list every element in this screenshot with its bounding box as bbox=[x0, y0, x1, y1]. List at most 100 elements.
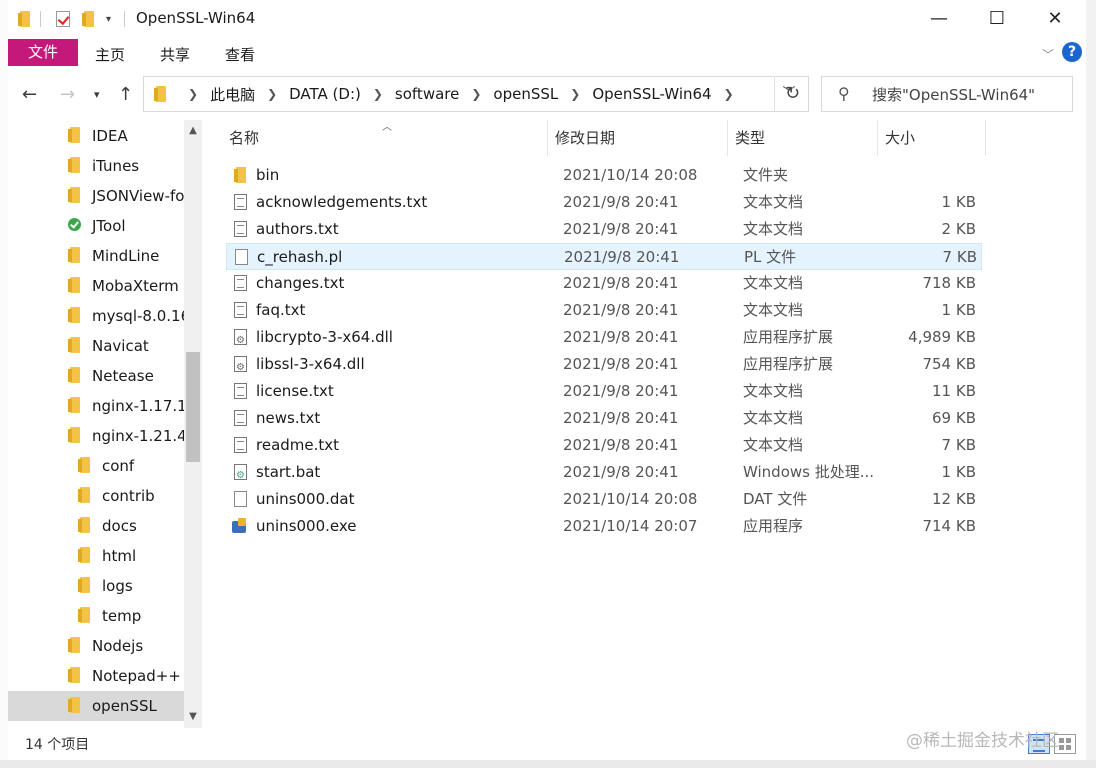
file-date: 2021/9/8 20:41 bbox=[563, 220, 679, 238]
nav-tree-item[interactable]: MindLine bbox=[8, 241, 184, 271]
column-divider[interactable] bbox=[877, 120, 878, 156]
column-divider[interactable] bbox=[547, 120, 548, 156]
minimize-button[interactable]: — bbox=[916, 0, 962, 38]
column-header-size[interactable]: 大小 bbox=[885, 120, 915, 156]
tab-home[interactable]: 主页 bbox=[95, 44, 125, 65]
file-type: PL 文件 bbox=[744, 248, 797, 266]
tab-share[interactable]: 共享 bbox=[160, 44, 190, 65]
file-row[interactable]: unins000.exe 2021/10/14 20:07 应用程序 714 KB bbox=[226, 513, 982, 540]
scroll-up-icon[interactable]: ▲ bbox=[184, 122, 202, 140]
help-icon[interactable]: ? bbox=[1062, 42, 1082, 62]
file-row[interactable]: readme.txt 2021/9/8 20:41 文本文档 7 KB bbox=[226, 432, 982, 459]
folder-icon bbox=[68, 636, 82, 653]
file-name: readme.txt bbox=[256, 436, 340, 454]
breadcrumb-separator-icon[interactable]: ❯ bbox=[267, 87, 277, 101]
breadcrumb-separator-icon[interactable]: ❯ bbox=[570, 87, 580, 101]
file-name: unins000.dat bbox=[256, 490, 355, 508]
breadcrumb-this-pc[interactable]: 此电脑 bbox=[210, 84, 255, 105]
maximize-button[interactable]: ☐ bbox=[974, 0, 1020, 38]
forward-arrow-icon[interactable]: → bbox=[60, 84, 75, 105]
nav-tree-item[interactable]: nginx-1.21.4 bbox=[8, 421, 184, 451]
nav-tree-item[interactable]: IDEA bbox=[8, 121, 184, 151]
breadcrumb-openssl[interactable]: openSSL bbox=[493, 85, 558, 103]
breadcrumb-separator-icon[interactable]: ❯ bbox=[188, 87, 198, 101]
up-arrow-icon[interactable]: ↑ bbox=[118, 84, 133, 105]
expand-ribbon-chevron-icon[interactable]: ﹀ bbox=[1042, 46, 1054, 63]
nav-tree-item[interactable]: JSONView-fo bbox=[8, 181, 184, 211]
file-row[interactable]: authors.txt 2021/9/8 20:41 文本文档 2 KB bbox=[226, 216, 982, 243]
file-size: 4,989 KB bbox=[908, 328, 976, 346]
scroll-down-icon[interactable]: ▼ bbox=[184, 708, 202, 726]
file-row[interactable]: license.txt 2021/9/8 20:41 文本文档 11 KB bbox=[226, 378, 982, 405]
nav-tree-item[interactable]: iTunes bbox=[8, 151, 184, 181]
nav-tree-item[interactable]: contrib bbox=[8, 481, 184, 511]
navigation-pane-scrollbar[interactable]: ▲ ▼ bbox=[184, 120, 202, 728]
search-input[interactable] bbox=[870, 83, 1070, 107]
nav-tree-item-label: contrib bbox=[102, 487, 155, 505]
new-folder-icon[interactable] bbox=[82, 10, 96, 28]
file-date: 2021/9/8 20:41 bbox=[563, 193, 679, 211]
nav-tree-item[interactable]: nginx-1.17.1 bbox=[8, 391, 184, 421]
item-count: 14 个项目 bbox=[25, 737, 90, 753]
address-folder-icon bbox=[154, 86, 168, 102]
tab-view[interactable]: 查看 bbox=[225, 44, 255, 65]
file-row[interactable]: start.bat 2021/9/8 20:41 Windows 批处理... 1 K… bbox=[226, 459, 982, 489]
column-header-type[interactable]: 类型 bbox=[735, 120, 765, 156]
file-type: 文本文档 bbox=[743, 274, 804, 292]
address-bar[interactable]: ❯ 此电脑 ❯ DATA (D:) ❯ software ❯ openSSL ❯… bbox=[143, 76, 809, 112]
nav-tree-item[interactable]: openSSL bbox=[8, 691, 184, 721]
file-name: acknowledgements.txt bbox=[256, 193, 428, 211]
file-size: 7 KB bbox=[941, 436, 976, 454]
search-box[interactable]: ⚲ bbox=[821, 76, 1073, 112]
customize-toolbar-icon[interactable]: ▾ bbox=[106, 10, 111, 28]
scrollbar-thumb[interactable] bbox=[186, 352, 200, 462]
nav-tree-item[interactable]: Navicat bbox=[8, 331, 184, 361]
breadcrumb-separator-icon[interactable]: ❯ bbox=[373, 87, 383, 101]
file-row[interactable]: faq.txt 2021/9/8 20:41 文本文档 1 KB bbox=[226, 297, 982, 324]
file-name: authors.txt bbox=[256, 220, 339, 238]
nav-tree-item[interactable]: docs bbox=[8, 511, 184, 541]
nav-tree-item-label: docs bbox=[102, 517, 137, 535]
file-name: news.txt bbox=[256, 409, 321, 427]
file-row[interactable]: news.txt 2021/9/8 20:41 文本文档 69 KB bbox=[226, 405, 982, 432]
file-row[interactable]: bin 2021/10/14 20:08 文件夹 bbox=[226, 162, 982, 189]
file-row[interactable]: changes.txt 2021/9/8 20:41 文本文档 718 KB bbox=[226, 270, 982, 297]
nav-tree-item-label: nginx-1.21.4 bbox=[92, 427, 184, 445]
file-row[interactable]: c_rehash.pl 2021/9/8 20:41 PL 文件 7 KB bbox=[226, 243, 982, 270]
column-header-name[interactable]: 名称 bbox=[229, 120, 259, 156]
file-size: 69 KB bbox=[932, 409, 976, 427]
nav-tree-item[interactable]: Netease bbox=[8, 361, 184, 391]
text-file-icon bbox=[234, 302, 247, 318]
tab-file[interactable]: 文件 bbox=[8, 39, 78, 66]
folder-icon bbox=[78, 456, 92, 473]
column-header-date[interactable]: 修改日期 bbox=[555, 120, 615, 156]
breadcrumb-software[interactable]: software bbox=[395, 85, 459, 103]
nav-tree-item[interactable]: Nodejs bbox=[8, 631, 184, 661]
column-divider[interactable] bbox=[727, 120, 728, 156]
refresh-icon[interactable]: ↻ bbox=[774, 76, 810, 112]
nav-tree-item[interactable]: logs bbox=[8, 571, 184, 601]
nav-tree-item[interactable]: temp bbox=[8, 601, 184, 631]
nav-tree-item[interactable]: mysql-8.0.16 bbox=[8, 301, 184, 331]
nav-tree-item[interactable]: Notepad++ bbox=[8, 661, 184, 691]
breadcrumb-data-drive[interactable]: DATA (D:) bbox=[289, 85, 361, 103]
close-button[interactable]: ✕ bbox=[1032, 0, 1078, 38]
breadcrumb-separator-icon[interactable]: ❯ bbox=[471, 87, 481, 101]
nav-tree-item-label: temp bbox=[102, 607, 142, 625]
nav-tree-item[interactable]: JTool bbox=[8, 211, 184, 241]
nav-tree-item[interactable]: html bbox=[8, 541, 184, 571]
breadcrumb-openssl-win64[interactable]: OpenSSL-Win64 bbox=[592, 85, 711, 103]
file-row[interactable]: acknowledgements.txt 2021/9/8 20:41 文本文档 1 … bbox=[226, 189, 982, 216]
window-title: OpenSSL-Win64 bbox=[136, 9, 256, 27]
properties-icon[interactable] bbox=[56, 10, 70, 28]
file-row[interactable]: libssl-3-x64.dll 2021/9/8 20:41 应用程序扩展 754 … bbox=[226, 351, 982, 381]
column-divider[interactable] bbox=[985, 120, 986, 156]
file-row[interactable]: unins000.dat 2021/10/14 20:08 DAT 文件 12 KB bbox=[226, 486, 982, 513]
back-arrow-icon[interactable]: ← bbox=[22, 84, 37, 105]
file-type: 文本文档 bbox=[743, 220, 804, 238]
nav-tree-item[interactable]: conf bbox=[8, 451, 184, 481]
recent-locations-chevron-icon[interactable]: ▾ bbox=[94, 88, 100, 101]
breadcrumb-separator-icon[interactable]: ❯ bbox=[724, 87, 734, 101]
file-row[interactable]: libcrypto-3-x64.dll 2021/9/8 20:41 应用程序扩展 4… bbox=[226, 324, 982, 354]
nav-tree-item[interactable]: MobaXterm bbox=[8, 271, 184, 301]
